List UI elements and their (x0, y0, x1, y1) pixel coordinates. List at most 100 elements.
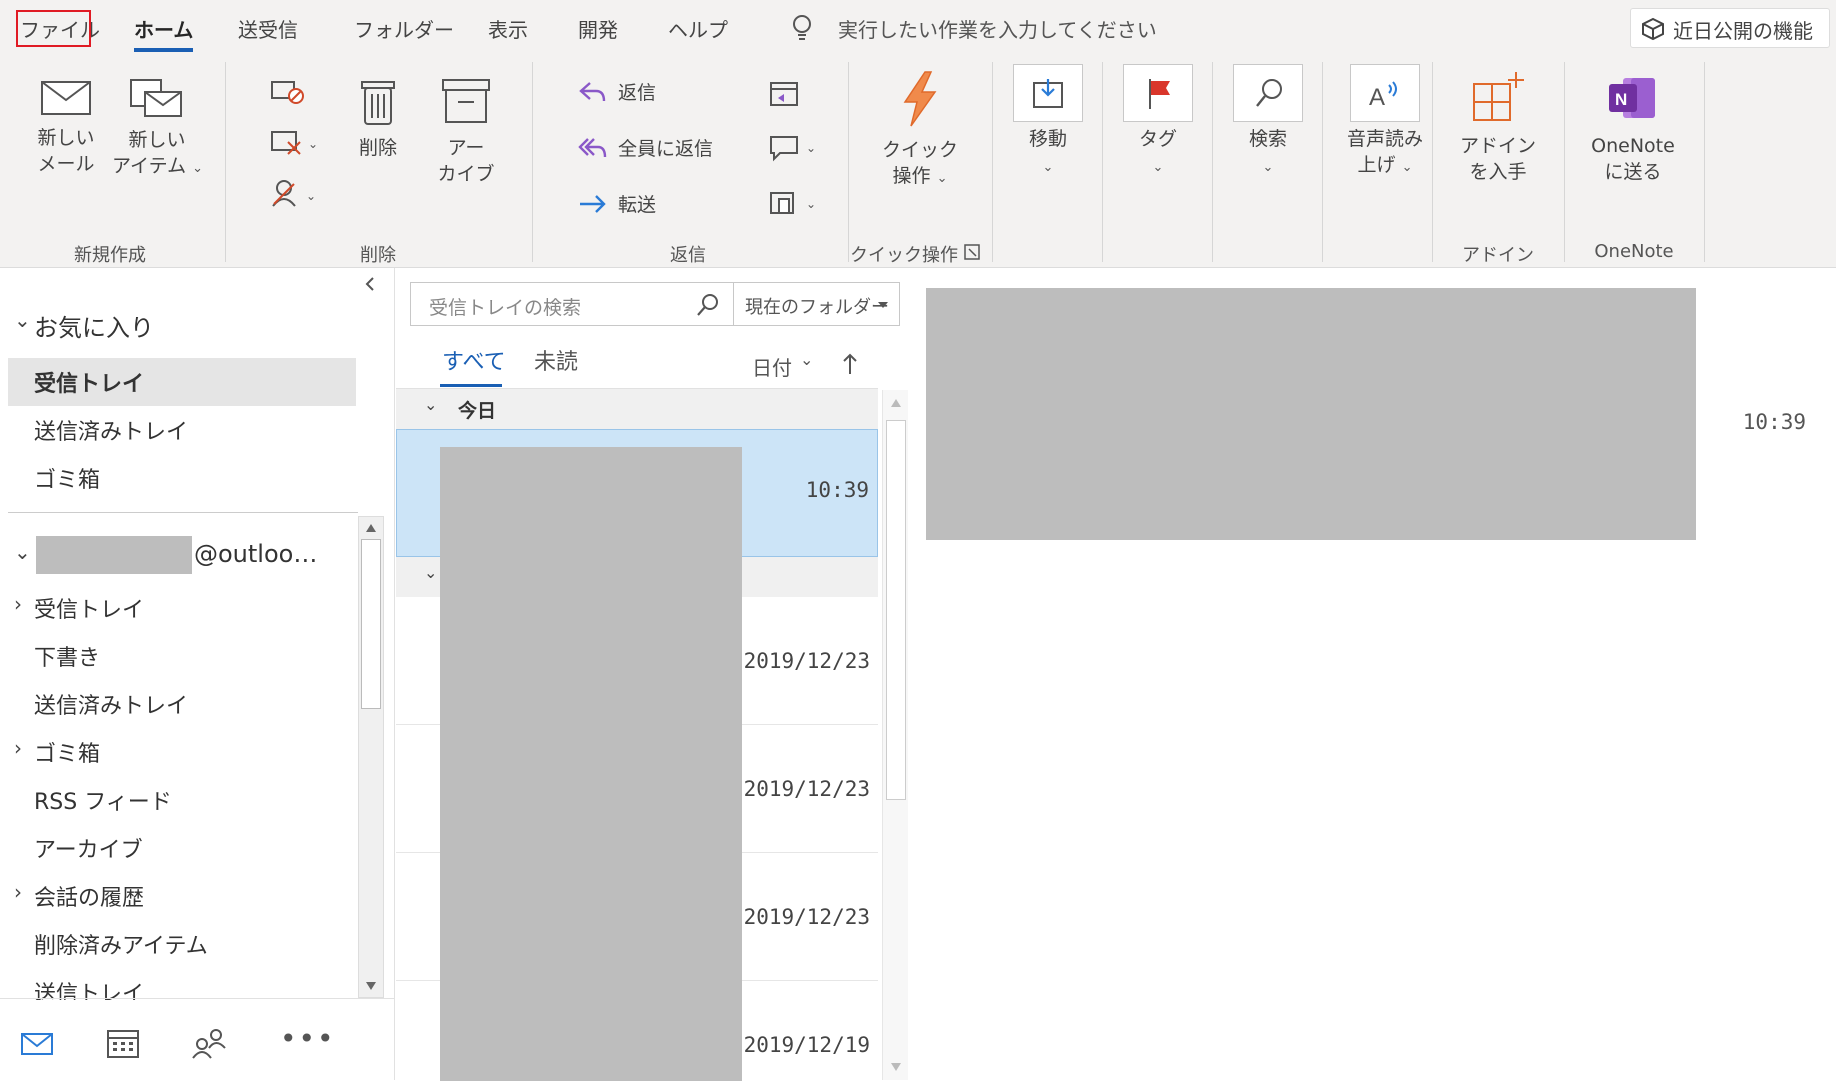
filter-underline (440, 384, 502, 387)
message-list-scrollbar[interactable] (882, 390, 908, 1080)
chevron-down-icon[interactable]: ⌄ (800, 350, 813, 369)
tab-help[interactable]: ヘルプ (668, 14, 728, 43)
scroll-down-icon[interactable] (890, 1062, 902, 1072)
scroll-thumb[interactable] (361, 539, 381, 709)
reply-label: 返信 (618, 82, 657, 104)
coming-soon-button[interactable]: 近日公開の機能 (1630, 8, 1830, 48)
folder-outbox[interactable]: 送信トレイ (34, 976, 144, 1000)
tell-me-input[interactable]: 実行したい作業を入力してください (838, 14, 1157, 43)
folder-rss[interactable]: RSS フィード (34, 784, 172, 816)
folder-inbox[interactable]: 受信トレイ (34, 592, 144, 624)
tab-developer[interactable]: 開発 (578, 14, 618, 43)
lightbulb-icon (793, 15, 811, 40)
quick-steps-button[interactable]: クイック 操作 ⌄ (876, 70, 964, 192)
reply-all-button[interactable]: 全員に返信 (578, 134, 713, 161)
chevron-right-icon[interactable]: › (14, 880, 22, 904)
more-nav-icon[interactable]: ••• (280, 1022, 336, 1055)
scroll-up-icon[interactable] (890, 398, 902, 408)
chevron-down-icon[interactable]: ⌄ (14, 540, 31, 564)
scroll-up-icon[interactable] (365, 523, 377, 533)
get-addins-button[interactable]: アドイン を入手 (1448, 70, 1548, 185)
chevron-right-icon[interactable]: › (14, 736, 22, 760)
archive-button[interactable]: アー カイブ (436, 74, 496, 187)
group-label-new: 新規作成 (74, 245, 146, 266)
coming-soon-label: 近日公開の機能 (1673, 19, 1813, 43)
group-label-delete: 削除 (360, 245, 396, 266)
search-icon[interactable] (695, 292, 721, 318)
move-button[interactable]: 移動 ⌄ (1012, 64, 1084, 181)
separator (1102, 62, 1103, 262)
chevron-right-icon[interactable]: › (14, 592, 22, 616)
tab-view[interactable]: 表示 (488, 14, 528, 43)
svg-text:A: A (1369, 84, 1385, 111)
mail-nav-icon[interactable] (20, 1030, 54, 1058)
cleanup-icon[interactable]: ⌄ (270, 128, 320, 158)
filter-all[interactable]: すべて (442, 344, 506, 376)
group-header-today[interactable]: ⌄ 今日 (396, 389, 878, 429)
send-to-onenote-button[interactable]: N OneNote に送る (1578, 70, 1688, 185)
search-box[interactable]: 受信トレイの検索 現在のフォルダー (410, 282, 900, 326)
chevron-down-icon: ⌄ (1152, 160, 1164, 175)
scope-dropdown[interactable]: 現在のフォルダー (745, 293, 889, 319)
menu-bar: ファイル ホーム 送受信 フォルダー 表示 開発 ヘルプ 実行したい作業を入力し… (0, 0, 1836, 121)
read-aloud-label: 音声読み 上げ ⌄ (1346, 128, 1423, 176)
folder-archive[interactable]: アーカイブ (34, 832, 143, 864)
tags-label: タグ (1138, 128, 1177, 150)
new-item-button[interactable]: 新しい アイテム ⌄ (112, 74, 203, 182)
archive-icon (442, 79, 490, 123)
delete-button[interactable]: 削除 (350, 74, 406, 161)
tab-home[interactable]: ホーム (134, 14, 194, 52)
tab-folder[interactable]: フォルダー (354, 14, 454, 43)
scroll-down-icon[interactable] (365, 981, 377, 991)
sort-by-date[interactable]: 日付 (752, 352, 792, 381)
dialog-launcher-icon[interactable] (964, 244, 980, 260)
account-suffix[interactable]: @outloo… (194, 540, 317, 568)
move-label: 移動 (1028, 128, 1067, 150)
favorites-header[interactable]: お気に入り (34, 308, 154, 343)
forward-label: 転送 (618, 194, 657, 216)
filter-unread[interactable]: 未読 (534, 344, 578, 376)
folder-deleted-items-2[interactable]: 削除済みアイテム (34, 928, 208, 960)
im-reply-icon[interactable]: ⌄ (768, 132, 820, 164)
tab-send-receive[interactable]: 送受信 (238, 14, 298, 43)
junk-icon[interactable]: ⌄ (270, 178, 320, 210)
folder-conversation-history[interactable]: 会話の履歴 (34, 880, 144, 912)
folder-drafts[interactable]: 下書き (34, 640, 100, 672)
ignore-icon[interactable] (270, 76, 306, 106)
redacted-message-header (926, 288, 1696, 540)
chevron-down-icon[interactable]: ⌄ (14, 308, 31, 332)
search-button[interactable]: 検索 ⌄ (1232, 64, 1304, 181)
people-nav-icon[interactable] (190, 1026, 228, 1060)
folder-deleted-items[interactable]: ゴミ箱 (34, 736, 100, 768)
chevron-down-icon: ⌄ (424, 563, 438, 582)
read-aloud-button[interactable]: A 音声読み 上げ ⌄ (1334, 64, 1436, 181)
forward-button[interactable]: 転送 (578, 190, 656, 217)
svg-text:⌄: ⌄ (806, 141, 816, 155)
svg-text:N: N (1615, 90, 1627, 109)
chevron-down-icon: ⌄ (1262, 160, 1274, 175)
sort-direction-icon[interactable] (842, 352, 858, 376)
calendar-nav-icon[interactable] (106, 1026, 140, 1060)
collapse-pane-icon[interactable] (362, 276, 378, 292)
group-label-onenote: OneNote (1594, 241, 1674, 262)
folder-scrollbar[interactable] (358, 516, 384, 998)
more-respond-icon[interactable]: ⌄ (768, 186, 820, 220)
favorite-sent-items[interactable]: 送信済みトレイ (34, 414, 188, 446)
reply-button[interactable]: 返信 (578, 78, 656, 105)
scroll-thumb[interactable] (886, 420, 906, 800)
new-mail-button[interactable]: 新しい メール (28, 78, 104, 177)
redacted-account-name (36, 536, 192, 574)
favorite-deleted-items[interactable]: ゴミ箱 (34, 462, 100, 494)
meeting-icon[interactable] (768, 78, 802, 110)
quick-steps-label: クイック 操作 ⌄ (881, 139, 958, 187)
dropdown-arrow-icon[interactable] (877, 301, 889, 309)
message-date: 2019/12/23 (743, 777, 870, 801)
trash-icon (361, 81, 395, 125)
svg-text:⌄: ⌄ (806, 197, 816, 211)
flag-icon (1149, 79, 1170, 109)
group-header-label: 今日 (458, 400, 497, 422)
folder-sent-items[interactable]: 送信済みトレイ (34, 688, 188, 720)
favorite-inbox[interactable]: 受信トレイ (34, 366, 144, 398)
search-input[interactable]: 受信トレイの検索 (429, 293, 581, 320)
tags-button[interactable]: タグ ⌄ (1122, 64, 1194, 181)
